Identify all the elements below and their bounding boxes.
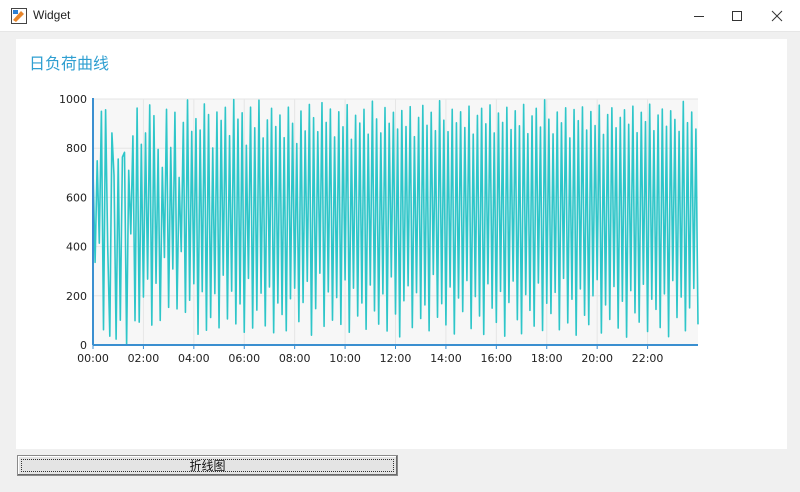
x-tick-label: 16:00 xyxy=(480,352,512,365)
x-tick-label: 04:00 xyxy=(178,352,210,365)
maximize-icon xyxy=(732,10,742,21)
minimize-icon xyxy=(694,15,704,17)
y-tick-label: 400 xyxy=(66,241,87,254)
y-tick-label: 600 xyxy=(66,191,87,204)
y-tick-label: 1000 xyxy=(59,93,87,106)
maximize-button[interactable] xyxy=(716,0,758,31)
y-tick-label: 0 xyxy=(80,339,87,352)
chart-panel: 日负荷曲线 0 200 400 600 800 1000 00:00 02:00 04:00 06… xyxy=(16,39,787,449)
load-chart: 0 200 400 600 800 1000 00:00 02:00 04:00 06:00 08:… xyxy=(59,93,699,365)
y-tick-label: 200 xyxy=(66,290,87,303)
x-tick-label: 02:00 xyxy=(128,352,160,365)
x-tick-label: 08:00 xyxy=(279,352,311,365)
app-window: Widget 日负荷曲线 0 200 400 600 800 1000 00:00 02:00… xyxy=(0,0,800,492)
x-tick-label: 06:00 xyxy=(228,352,260,365)
title-bar[interactable]: Widget xyxy=(0,0,800,32)
close-button[interactable] xyxy=(756,0,798,31)
x-tick-label: 00:00 xyxy=(77,352,109,365)
close-icon xyxy=(771,10,783,21)
x-tick-label: 14:00 xyxy=(430,352,462,365)
x-tick-label: 22:00 xyxy=(632,352,664,365)
x-tick-label: 12:00 xyxy=(380,352,412,365)
window-title: Widget xyxy=(33,8,71,22)
qt-app-icon xyxy=(11,8,27,24)
x-tick-label: 20:00 xyxy=(581,352,613,365)
line-chart-button[interactable]: 折线图 xyxy=(17,455,398,476)
minimize-button[interactable] xyxy=(678,0,720,31)
x-tick-label: 18:00 xyxy=(531,352,563,365)
x-tick-label: 10:00 xyxy=(329,352,361,365)
y-tick-label: 800 xyxy=(66,142,87,155)
focus-rect xyxy=(21,459,394,472)
